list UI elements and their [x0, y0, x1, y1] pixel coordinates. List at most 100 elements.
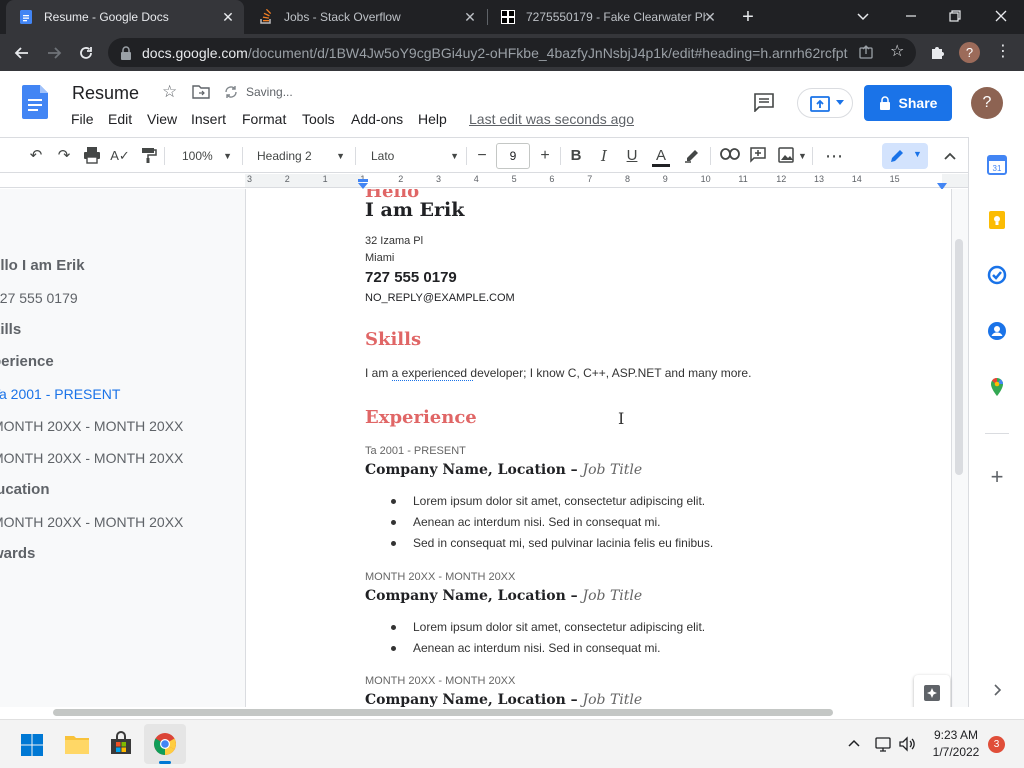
text-color-icon[interactable]: A: [651, 146, 671, 167]
tab-fake-clearwater[interactable]: 7275550179 - Fake Clearwater Ph ✕: [488, 0, 726, 34]
calendar-icon[interactable]: 31: [987, 155, 1007, 175]
increase-font-size-button[interactable]: +: [535, 146, 555, 166]
left-indent-marker-icon[interactable]: [357, 176, 369, 189]
decrease-font-size-button[interactable]: −: [472, 146, 492, 166]
share-button[interactable]: Share: [864, 85, 952, 121]
explore-button[interactable]: [914, 675, 950, 707]
minimize-icon[interactable]: [903, 8, 919, 24]
reload-icon[interactable]: [76, 43, 96, 63]
insert-link-icon[interactable]: [720, 146, 740, 166]
comment-history-icon[interactable]: [753, 92, 775, 113]
job-dates: Ta 2001 - PRESENT: [365, 445, 466, 457]
menu-edit[interactable]: Edit: [108, 111, 132, 127]
menu-insert[interactable]: Insert: [191, 111, 226, 127]
ruler-number: 2: [398, 174, 404, 184]
menu-tools[interactable]: Tools: [302, 111, 335, 127]
new-tab-plus-icon[interactable]: +: [738, 5, 758, 29]
chrome-menu-kebab-icon[interactable]: ⋮: [995, 42, 1011, 62]
last-edit-link[interactable]: Last edit was seconds ago: [469, 111, 634, 127]
undo-icon[interactable]: ↶: [26, 146, 46, 166]
lock-icon[interactable]: [120, 45, 132, 60]
skills-heading: Skills: [365, 329, 422, 350]
maps-icon[interactable]: [987, 377, 1007, 397]
network-icon[interactable]: [874, 735, 892, 753]
notification-badge[interactable]: 3: [988, 736, 1005, 753]
windows-start-icon[interactable]: [20, 733, 44, 757]
document-title[interactable]: Resume: [72, 83, 139, 104]
get-add-ons-plus-icon[interactable]: +: [987, 466, 1007, 488]
address-bar[interactable]: docs.google.com/document/d/1BW4Jw5oY9cgB…: [108, 38, 916, 67]
clock-date[interactable]: 1/7/2022: [928, 745, 984, 759]
paragraph-style-dropdown[interactable]: Heading 2 ▼: [257, 146, 347, 166]
experience-heading: Experience: [365, 407, 477, 428]
tab-search-chevron-icon[interactable]: [855, 8, 871, 24]
list-item: Lorem ipsum dolor sit amet, consectetur …: [365, 491, 713, 512]
close-tab-icon[interactable]: ✕: [702, 9, 718, 25]
font-size-input[interactable]: 9: [496, 143, 530, 169]
menu-format[interactable]: Format: [242, 111, 286, 127]
right-indent-marker-icon[interactable]: [936, 178, 948, 190]
back-arrow-icon[interactable]: [12, 43, 32, 63]
vertical-scrollbar[interactable]: [955, 239, 963, 475]
menu-add-ons[interactable]: Add-ons: [351, 111, 403, 127]
keep-icon[interactable]: [987, 210, 1007, 230]
outline-item-selected[interactable]: Ta 2001 - PRESENT: [0, 386, 120, 402]
microsoft-store-icon[interactable]: [108, 731, 134, 757]
outline-item[interactable]: perience: [0, 353, 54, 370]
editing-mode-button[interactable]: ▼: [882, 143, 928, 169]
outline-item[interactable]: lucation: [0, 481, 50, 498]
share-page-icon[interactable]: [858, 44, 874, 60]
collapse-side-panel-chevron-icon[interactable]: [989, 682, 1005, 698]
paint-format-icon[interactable]: [138, 146, 158, 166]
google-docs-logo-icon[interactable]: [22, 85, 48, 119]
font-dropdown[interactable]: Lato ▼: [371, 146, 461, 166]
move-to-folder-icon[interactable]: [192, 84, 210, 100]
italic-icon[interactable]: I: [594, 146, 614, 166]
add-comment-icon[interactable]: [748, 146, 768, 166]
tab-resume-google-docs[interactable]: Resume - Google Docs ✕: [6, 0, 244, 34]
outline-item[interactable]: MONTH 20XX - MONTH 20XX: [0, 514, 183, 530]
outline-item[interactable]: 727 555 0179: [0, 290, 78, 306]
horizontal-scrollbar[interactable]: [53, 709, 833, 716]
window-close-icon[interactable]: [993, 8, 1009, 24]
profile-avatar[interactable]: ?: [959, 42, 980, 63]
redo-icon[interactable]: ↷: [54, 146, 74, 166]
zoom-dropdown[interactable]: 100% ▼: [182, 146, 234, 166]
hide-menus-chevron-up-icon[interactable]: [940, 146, 960, 166]
outline-item[interactable]: MONTH 20XX - MONTH 20XX: [0, 418, 183, 434]
outline-item[interactable]: wards: [0, 545, 35, 562]
close-tab-icon[interactable]: ✕: [462, 9, 478, 25]
file-explorer-icon[interactable]: [64, 733, 90, 755]
menu-file[interactable]: File: [71, 111, 94, 127]
menu-view[interactable]: View: [147, 111, 177, 127]
bookmark-star-icon[interactable]: ☆: [890, 43, 908, 61]
restore-icon[interactable]: [947, 8, 963, 24]
extensions-puzzle-icon[interactable]: [929, 43, 947, 61]
insert-image-icon[interactable]: [776, 146, 796, 166]
chrome-taskbar-button[interactable]: [144, 724, 186, 764]
paragraph-style-value: Heading 2: [257, 149, 312, 163]
tab-jobs-stack-overflow[interactable]: Jobs - Stack Overflow ✕: [246, 0, 486, 34]
forward-arrow-icon[interactable]: [44, 43, 64, 63]
image-chevron-down-icon[interactable]: ▼: [798, 151, 807, 161]
document-page[interactable]: Hello I am Erik 32 Izama Pl Miami 727 55…: [245, 189, 952, 707]
underline-icon[interactable]: U: [622, 146, 642, 166]
print-icon[interactable]: [82, 146, 102, 166]
account-avatar[interactable]: ?: [971, 87, 1003, 119]
volume-icon[interactable]: [898, 735, 916, 753]
bold-icon[interactable]: B: [566, 146, 586, 166]
clock-time[interactable]: 9:23 AM: [928, 728, 984, 742]
menu-help[interactable]: Help: [418, 111, 447, 127]
present-button[interactable]: [797, 88, 853, 118]
tasks-icon[interactable]: [987, 265, 1007, 285]
close-tab-icon[interactable]: ✕: [220, 9, 236, 25]
highlight-color-icon[interactable]: [682, 146, 702, 166]
spellcheck-icon[interactable]: A✓: [110, 146, 130, 166]
outline-item[interactable]: MONTH 20XX - MONTH 20XX: [0, 450, 183, 466]
star-icon[interactable]: ☆: [162, 83, 180, 101]
outline-item[interactable]: ello I am Erik: [0, 257, 85, 274]
outline-item[interactable]: kills: [0, 321, 21, 338]
show-hidden-icons-chevron-icon[interactable]: [846, 736, 862, 752]
contacts-icon[interactable]: [987, 321, 1007, 341]
more-options-icon[interactable]: ⋯: [824, 146, 844, 166]
